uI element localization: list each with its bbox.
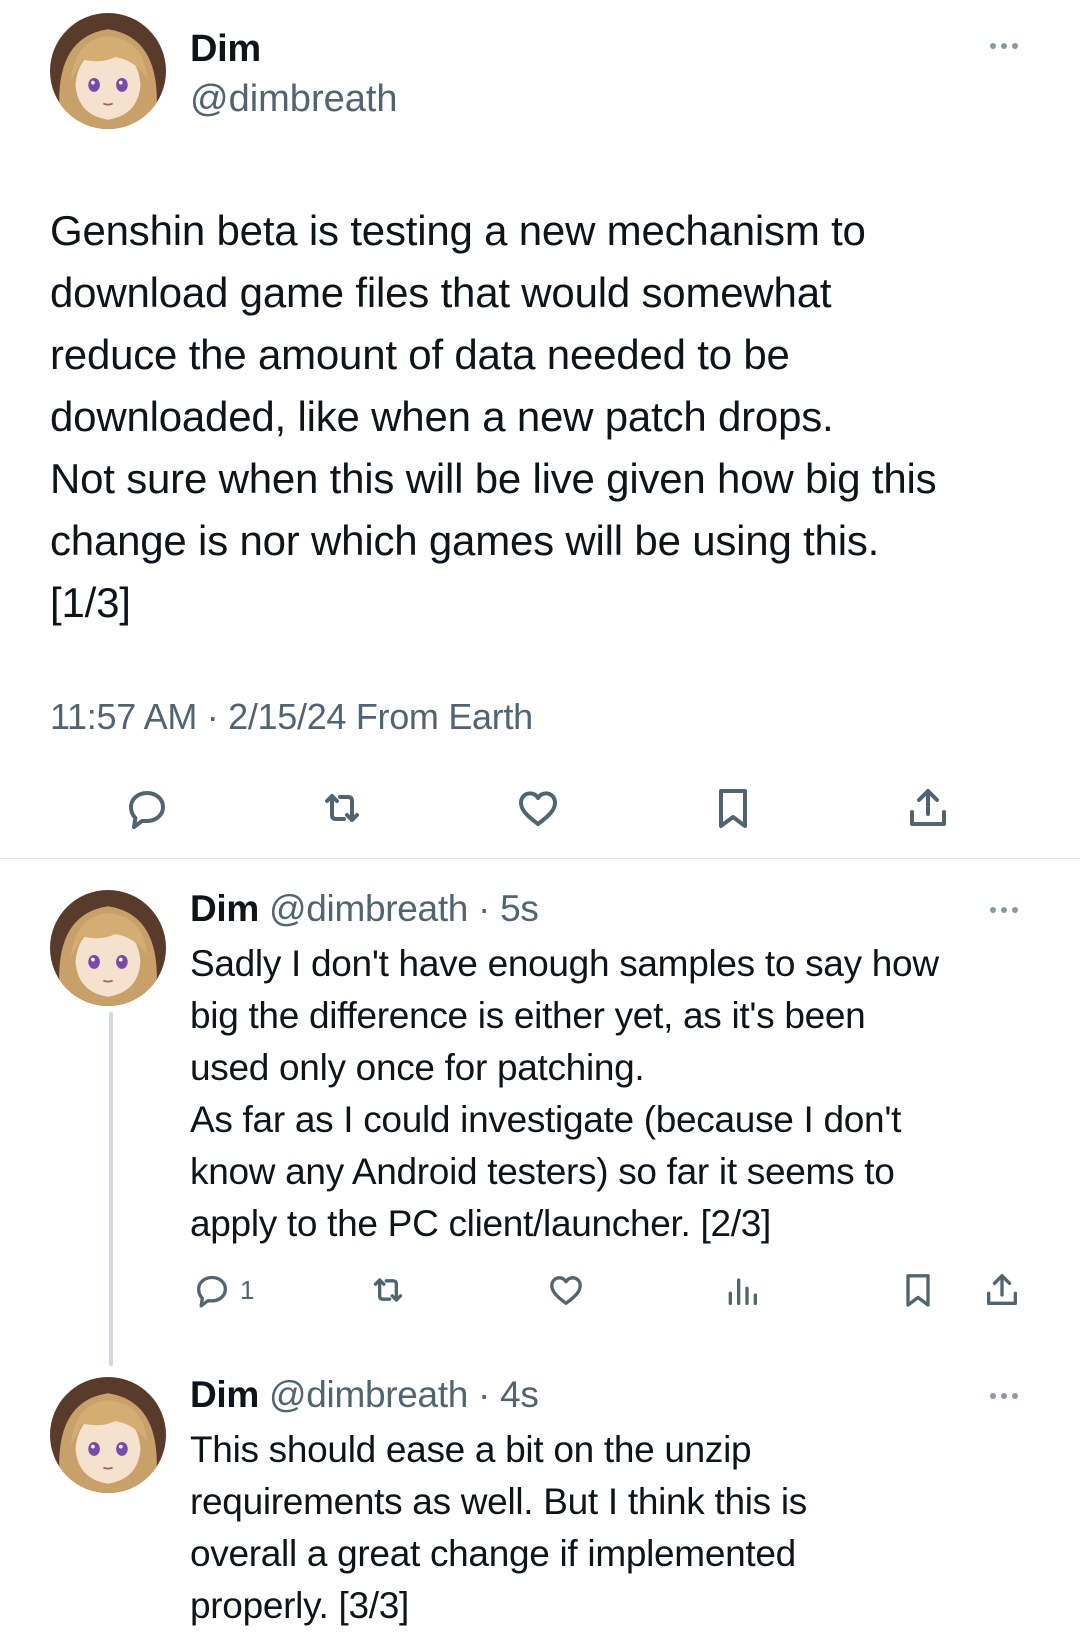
bookmark-button[interactable] (709, 784, 757, 832)
more-icon[interactable] (990, 907, 1018, 913)
like-button[interactable] (546, 1270, 586, 1310)
share-button[interactable] (982, 1270, 1022, 1310)
user-handle[interactable]: @dimbreath (269, 888, 468, 929)
action-bar (0, 784, 1080, 836)
reply-header: Dim @dimbreath · 5s (190, 888, 539, 930)
display-name[interactable]: Dim (190, 28, 261, 71)
tweet-meta: 11:57 AM · 2/15/24 From Earth (50, 696, 533, 737)
reply-action-bar: 1 (0, 1270, 1080, 1310)
views-button[interactable] (722, 1270, 762, 1310)
user-handle[interactable]: @dimbreath (190, 78, 398, 121)
heart-icon (546, 1270, 586, 1310)
reply-button[interactable]: 1 (192, 1270, 254, 1310)
share-icon (904, 784, 952, 832)
separator: · (468, 1374, 501, 1415)
retweet-icon (318, 784, 366, 832)
display-name[interactable]: Dim (190, 1374, 259, 1415)
reply-button[interactable] (123, 784, 171, 832)
reply-icon (192, 1270, 232, 1310)
display-name[interactable]: Dim (190, 888, 259, 929)
heart-icon (514, 784, 562, 832)
more-icon[interactable] (990, 43, 1018, 49)
separator: · (468, 888, 501, 929)
reply-text: This should ease a bit on the unzip requ… (190, 1429, 807, 1626)
retweet-button[interactable] (318, 784, 366, 832)
reply-text: Sadly I don't have enough samples to say… (190, 943, 939, 1244)
avatar[interactable] (50, 890, 166, 1006)
bookmark-button[interactable] (898, 1270, 938, 1310)
retweet-button[interactable] (368, 1270, 408, 1310)
reply-header: Dim @dimbreath · 4s (190, 1374, 539, 1416)
timestamp[interactable]: 5s (500, 888, 539, 929)
share-button[interactable] (904, 784, 952, 832)
more-icon[interactable] (990, 1393, 1018, 1399)
bookmark-icon (709, 784, 757, 832)
bookmark-icon (898, 1270, 938, 1310)
reply-count: 1 (240, 1274, 255, 1305)
reply-icon (123, 784, 171, 832)
divider (0, 858, 1080, 859)
timestamp[interactable]: 4s (500, 1374, 539, 1415)
tweet-text: Genshin beta is testing a new mechanism … (50, 207, 937, 626)
thread-line (109, 1012, 113, 1366)
retweet-icon (368, 1270, 408, 1310)
like-button[interactable] (514, 784, 562, 832)
share-icon (982, 1270, 1022, 1310)
views-icon (722, 1270, 762, 1310)
avatar[interactable] (50, 1377, 166, 1493)
user-handle[interactable]: @dimbreath (269, 1374, 468, 1415)
avatar[interactable] (50, 13, 166, 129)
